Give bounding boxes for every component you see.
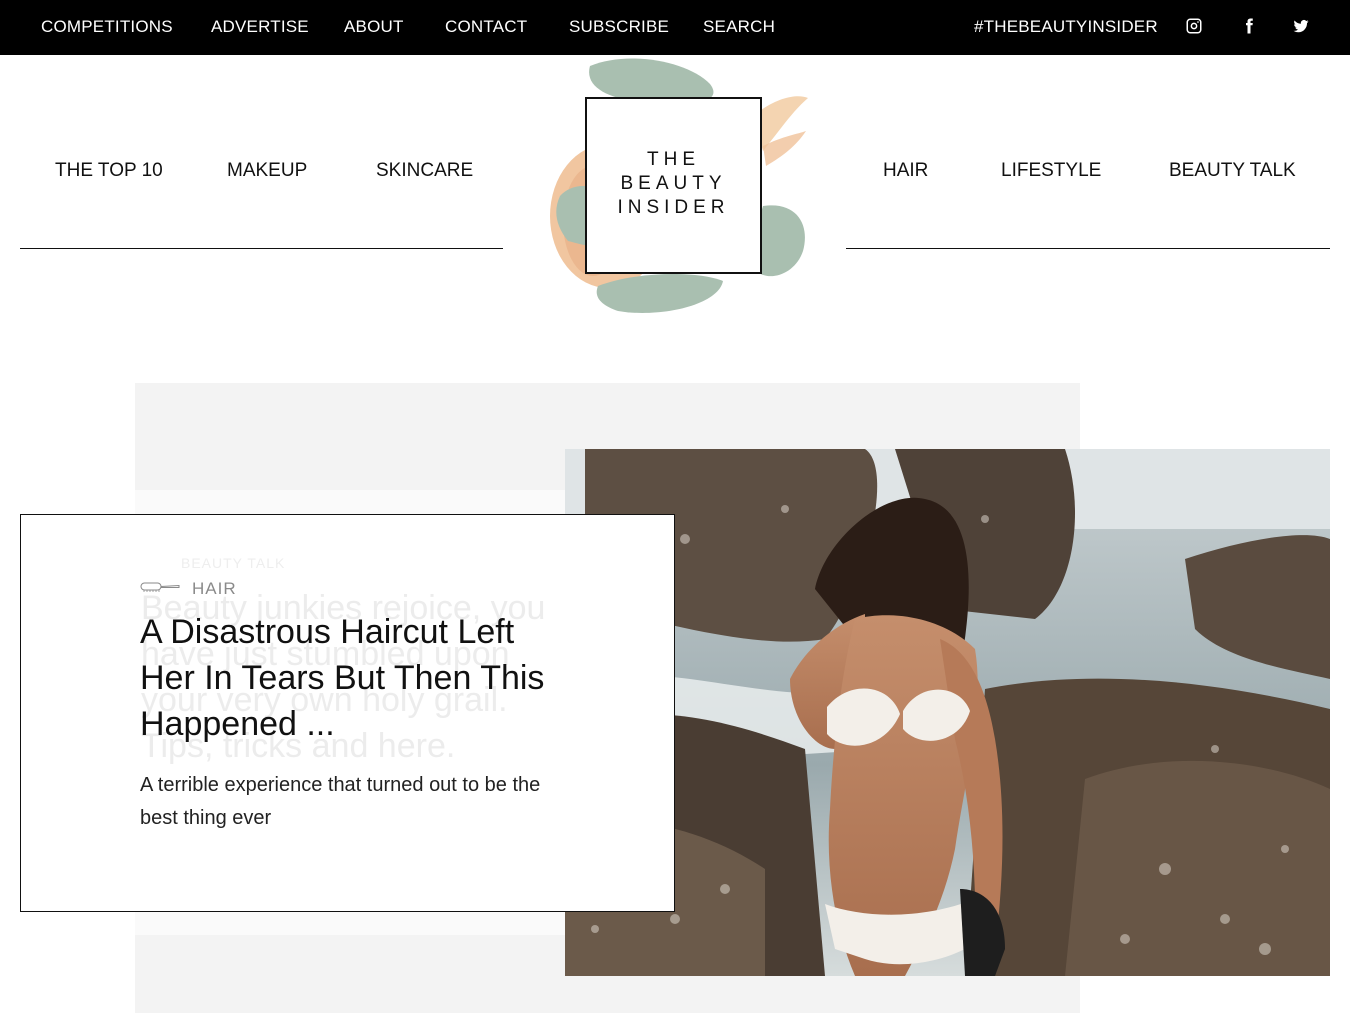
twitter-icon[interactable] bbox=[1292, 17, 1312, 37]
topbar-link-subscribe[interactable]: SUBSCRIBE bbox=[569, 17, 669, 37]
article-dek: A terrible experience that turned out to… bbox=[140, 774, 541, 829]
article-headline[interactable]: A Disastrous Haircut Left Her In Tears B… bbox=[140, 609, 570, 747]
nav-item-makeup[interactable]: MAKEUP bbox=[227, 160, 307, 182]
category-label[interactable]: HAIR bbox=[192, 579, 237, 599]
topbar-link-about[interactable]: ABOUT bbox=[344, 17, 404, 37]
nav-item-lifestyle[interactable]: LIFESTYLE bbox=[1001, 160, 1101, 182]
nav-divider-right bbox=[846, 248, 1330, 249]
feature-photo-illustration bbox=[565, 449, 1330, 976]
logo-line-3: INSIDER bbox=[617, 197, 730, 218]
logo-line-1: THE bbox=[647, 149, 700, 170]
nav-item-beauty-talk[interactable]: BEAUTY TALK bbox=[1169, 160, 1296, 182]
instagram-icon[interactable] bbox=[1185, 17, 1205, 37]
top-utility-bar: COMPETITIONS ADVERTISE ABOUT CONTACT SUB… bbox=[0, 0, 1350, 55]
feature-article-card[interactable]: BEAUTY TALK Beauty junkies rejoice, you … bbox=[20, 514, 675, 912]
category-row[interactable]: HAIR bbox=[140, 579, 237, 599]
site-logo[interactable]: THE BEAUTY INSIDER bbox=[585, 97, 762, 274]
topbar-link-competitions[interactable]: COMPETITIONS bbox=[41, 17, 173, 37]
topbar-link-search[interactable]: SEARCH bbox=[703, 17, 775, 37]
topbar-hashtag-link[interactable]: #THEBEAUTYINSIDER bbox=[974, 17, 1158, 37]
ghost-category-label: BEAUTY TALK bbox=[181, 555, 286, 571]
logo-line-2: BEAUTY bbox=[620, 173, 727, 194]
nav-item-top-10[interactable]: THE TOP 10 bbox=[55, 160, 163, 182]
topbar-link-advertise[interactable]: ADVERTISE bbox=[211, 17, 309, 37]
nav-item-hair[interactable]: HAIR bbox=[883, 160, 928, 182]
feature-image[interactable] bbox=[565, 449, 1330, 976]
nav-item-skincare[interactable]: SKINCARE bbox=[376, 160, 473, 182]
facebook-icon[interactable] bbox=[1240, 17, 1260, 37]
topbar-link-contact[interactable]: CONTACT bbox=[445, 17, 527, 37]
nav-divider-left bbox=[20, 248, 503, 249]
hairbrush-icon bbox=[140, 580, 180, 598]
